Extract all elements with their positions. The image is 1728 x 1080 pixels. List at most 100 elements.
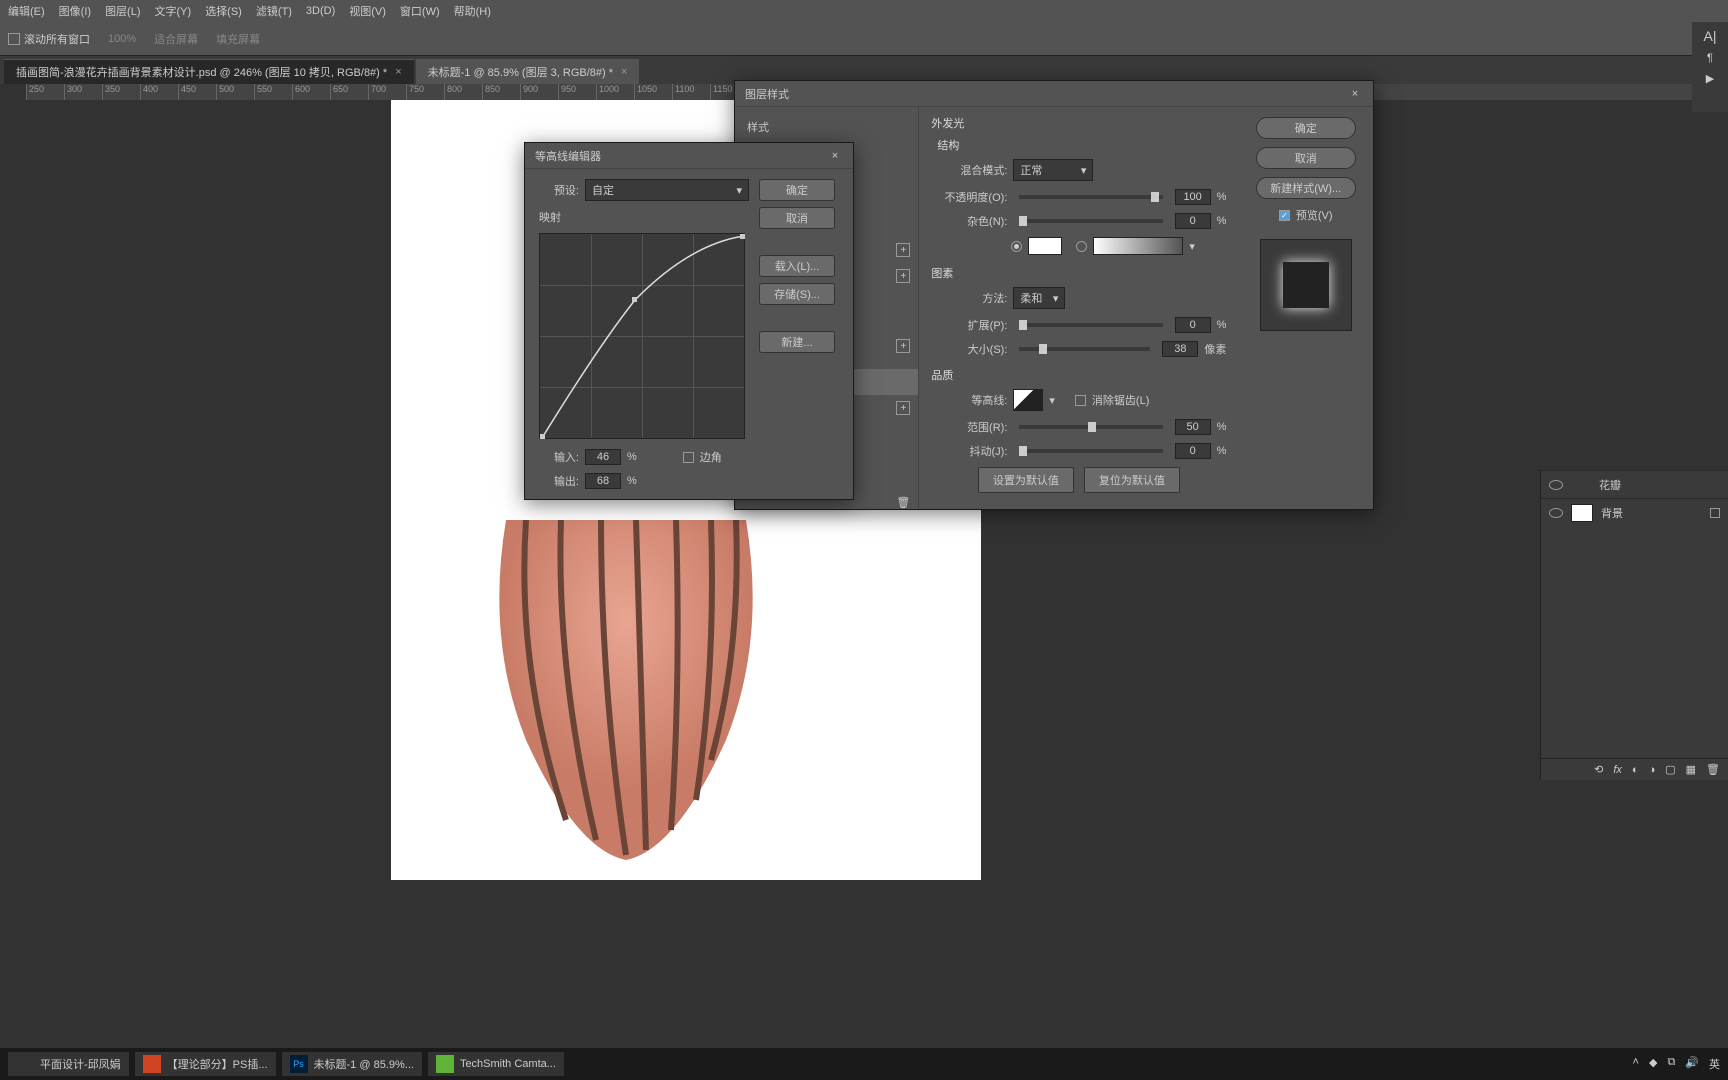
range-slider[interactable] <box>1019 425 1162 429</box>
link-icon[interactable]: ⟲ <box>1594 763 1603 776</box>
volume-icon[interactable]: 🔊 <box>1685 1056 1699 1072</box>
layer-name: 背景 <box>1601 505 1623 521</box>
zoom-pct[interactable]: 100% <box>108 33 136 45</box>
menu-item[interactable]: 图层(L) <box>105 3 140 19</box>
color-radio[interactable] <box>1011 241 1022 252</box>
close-icon[interactable]: × <box>827 148 843 164</box>
fx-icon[interactable]: fx <box>1613 764 1622 776</box>
dialog-titlebar[interactable]: 图层样式 × <box>735 81 1373 107</box>
make-default-button[interactable]: 设置为默认值 <box>978 467 1074 493</box>
add-effect-button[interactable]: + <box>896 401 910 415</box>
corner-checkbox[interactable] <box>683 452 694 463</box>
visibility-icon[interactable] <box>1549 480 1563 490</box>
network-icon[interactable]: ⧉ <box>1667 1056 1675 1072</box>
opacity-input[interactable]: 100 <box>1175 189 1211 205</box>
output-value[interactable]: 68 <box>585 473 621 489</box>
new-style-button[interactable]: 新建样式(W)... <box>1256 177 1356 199</box>
document-tab[interactable]: 未标题-1 @ 85.9% (图层 3, RGB/8#) *× <box>416 59 640 84</box>
petal-art <box>486 520 766 860</box>
menu-item[interactable]: 3D(D) <box>306 5 335 17</box>
app-icon <box>143 1055 161 1073</box>
jitter-slider[interactable] <box>1019 449 1162 453</box>
play-icon[interactable]: ▶ <box>1706 72 1714 85</box>
taskbar-item[interactable]: 平面设计-邱凤娟 <box>8 1052 129 1076</box>
chevron-up-icon[interactable]: ˄ <box>1633 1056 1639 1072</box>
reset-default-button[interactable]: 复位为默认值 <box>1084 467 1180 493</box>
new-layer-icon[interactable]: ▦ <box>1686 763 1696 776</box>
label-method: 方法: <box>931 290 1007 306</box>
preset-select[interactable]: 自定▾ <box>585 179 749 201</box>
cancel-button[interactable]: 取消 <box>1256 147 1356 169</box>
options-bar: 滚动所有窗口 100% 适合屏幕 填充屏幕 <box>0 22 1728 56</box>
mask-icon[interactable]: ◐ <box>1632 764 1639 776</box>
layer-row[interactable]: 花瓣 <box>1541 470 1728 498</box>
character-icon[interactable]: A| <box>1704 28 1717 44</box>
menu-item[interactable]: 选择(S) <box>205 3 242 19</box>
chevron-down-icon[interactable]: ▾ <box>1049 394 1055 407</box>
contour-swatch[interactable] <box>1013 389 1043 411</box>
preview-checkbox[interactable] <box>1279 210 1290 221</box>
add-effect-button[interactable]: + <box>896 269 910 283</box>
menu-item[interactable]: 视图(V) <box>349 3 386 19</box>
cancel-button[interactable]: 取消 <box>759 207 835 229</box>
document-tab[interactable]: 插画图简-浪漫花卉插画背景素材设计.psd @ 246% (图层 10 拷贝, … <box>4 59 414 84</box>
layer-name: 花瓣 <box>1599 477 1621 493</box>
dialog-buttons: 确定 取消 新建样式(W)... 预览(V) <box>1238 107 1373 509</box>
close-icon[interactable]: × <box>621 66 627 78</box>
ok-button[interactable]: 确定 <box>759 179 835 201</box>
size-input[interactable]: 38 <box>1162 341 1198 357</box>
menu-item[interactable]: 图像(I) <box>59 3 91 19</box>
new-button[interactable]: 新建... <box>759 331 835 353</box>
trash-icon[interactable]: 🗑 <box>1706 763 1720 776</box>
save-button[interactable]: 存储(S)... <box>759 283 835 305</box>
chevron-down-icon[interactable]: ▾ <box>1189 240 1195 253</box>
close-icon[interactable]: × <box>395 66 401 78</box>
section-elements: 图素 <box>931 265 1226 281</box>
ok-button[interactable]: 确定 <box>1256 117 1356 139</box>
load-button[interactable]: 载入(L)... <box>759 255 835 277</box>
folder-icon[interactable]: ▢ <box>1665 763 1675 776</box>
layer-thumb[interactable] <box>1571 504 1593 522</box>
method-select[interactable]: 柔和▾ <box>1013 287 1065 309</box>
menu-item[interactable]: 编辑(E) <box>8 3 45 19</box>
taskbar-item[interactable]: TechSmith Camta... <box>428 1052 564 1076</box>
input-value[interactable]: 46 <box>585 449 621 465</box>
label-size: 大小(S): <box>931 341 1007 357</box>
close-icon[interactable]: × <box>1347 86 1363 102</box>
adjustment-icon[interactable]: ◑ <box>1649 764 1656 776</box>
color-swatch[interactable] <box>1028 237 1062 255</box>
dialog-titlebar[interactable]: 等高线编辑器 × <box>525 143 853 169</box>
label-spread: 扩展(P): <box>931 317 1007 333</box>
trash-icon[interactable]: 🗑 <box>896 496 910 509</box>
fit-screen-button[interactable]: 适合屏幕 <box>154 31 198 47</box>
paragraph-icon[interactable]: ¶ <box>1707 52 1713 64</box>
menu-item[interactable]: 文字(Y) <box>155 3 192 19</box>
gradient-swatch[interactable] <box>1093 237 1183 255</box>
checkbox-scroll-all[interactable] <box>8 33 20 45</box>
layer-row[interactable]: 背景 <box>1541 498 1728 526</box>
antialias-checkbox[interactable] <box>1075 395 1086 406</box>
curve-editor[interactable] <box>539 233 745 439</box>
add-effect-button[interactable]: + <box>896 339 910 353</box>
taskbar-item[interactable]: 【理论部分】PS插... <box>135 1052 276 1076</box>
noise-slider[interactable] <box>1019 219 1162 223</box>
menu-item[interactable]: 帮助(H) <box>454 3 491 19</box>
spread-slider[interactable] <box>1019 323 1162 327</box>
tray-icon[interactable]: ◆ <box>1649 1056 1657 1072</box>
noise-input[interactable]: 0 <box>1175 213 1211 229</box>
jitter-input[interactable]: 0 <box>1175 443 1211 459</box>
spread-input[interactable]: 0 <box>1175 317 1211 333</box>
blend-mode-select[interactable]: 正常▾ <box>1013 159 1093 181</box>
size-slider[interactable] <box>1019 347 1150 351</box>
ime-indicator[interactable]: 英 <box>1709 1056 1720 1072</box>
tab-label: 插画图简-浪漫花卉插画背景素材设计.psd @ 246% (图层 10 拷贝, … <box>16 64 387 80</box>
gradient-radio[interactable] <box>1076 241 1087 252</box>
taskbar-item[interactable]: Ps未标题-1 @ 85.9%... <box>282 1052 422 1076</box>
menu-item[interactable]: 滤镜(T) <box>256 3 292 19</box>
opacity-slider[interactable] <box>1019 195 1162 199</box>
range-input[interactable]: 50 <box>1175 419 1211 435</box>
visibility-icon[interactable] <box>1549 508 1563 518</box>
fill-screen-button[interactable]: 填充屏幕 <box>216 31 260 47</box>
menu-item[interactable]: 窗口(W) <box>400 3 440 19</box>
add-effect-button[interactable]: + <box>896 243 910 257</box>
